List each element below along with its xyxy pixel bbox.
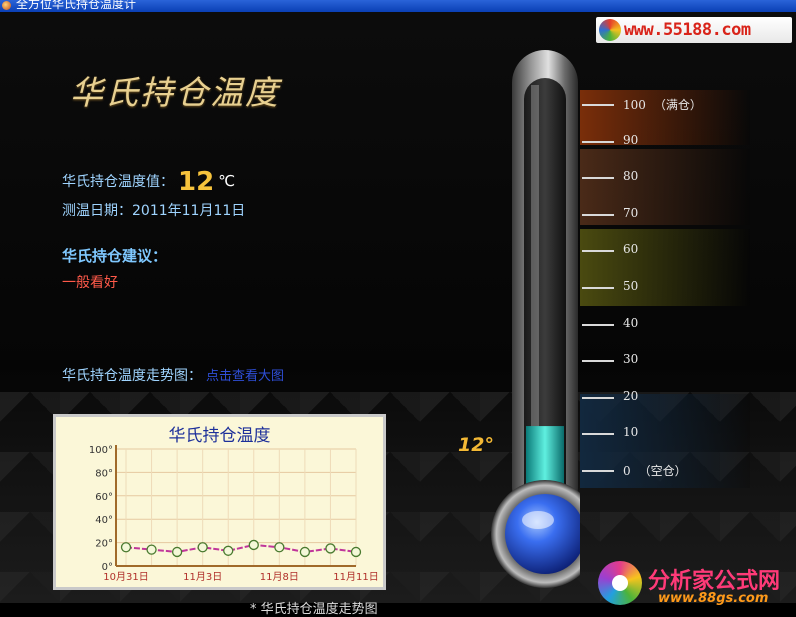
scale-label: 40 (623, 316, 638, 330)
trend-chart-row: 华氏持仓温度走势图： 点击查看大图 (62, 365, 284, 385)
site-logo-top[interactable]: www.55188.com (596, 17, 792, 43)
trend-chart-plot: 0°20°40°60°80°100°10月31日 11月3日 11月8日 11月11日 (89, 445, 379, 583)
scale-tick (582, 250, 614, 253)
advice-label: 华氏持仓建议： (62, 247, 168, 265)
scale-label: 50 (623, 279, 638, 293)
date-value: 2011年11月11日 (132, 203, 246, 219)
scale-value: 20 (623, 388, 639, 403)
temperature-unit: ℃ (218, 172, 236, 190)
date-label: 测温日期： (62, 203, 132, 219)
chart-y-tick-label: 20° (95, 539, 113, 550)
measure-date: 测温日期：2011年11月11日 (62, 200, 245, 220)
chart-x-tick-label: 11月11日 (333, 571, 378, 583)
scale-value: 30 (623, 352, 639, 367)
scale-value: 40 (623, 315, 639, 330)
scale-value: 100 (623, 98, 646, 112)
scale-label: 30 (623, 352, 638, 366)
scale-value: 90 (623, 132, 639, 147)
flower-logo-icon (598, 561, 642, 605)
trend-label: 华氏持仓温度走势图： (62, 368, 202, 384)
bulb-highlight (522, 511, 554, 529)
scale-value: 0 (623, 464, 631, 478)
scale-note: （空仓） (638, 464, 687, 478)
chart-y-tick-label: 40° (95, 515, 113, 526)
temperature-reading: 华氏持仓温度值： 12 ℃ (62, 167, 235, 197)
temperature-value: 12 (178, 167, 215, 197)
scale-tick (582, 177, 614, 180)
chart-caption: * 华氏持仓温度走势图 (250, 602, 378, 617)
scale-tick (582, 323, 614, 326)
chart-data-point (299, 546, 311, 558)
chart-x-tick-label: 11月3日 (183, 571, 222, 583)
scale-value: 50 (623, 279, 639, 293)
advice-value: 一般看好 (62, 275, 118, 291)
current-temperature-label: 12° (458, 434, 494, 456)
trend-chart[interactable]: 华氏持仓温度 0° 20° 40° 60° 80° 100° 10月31日 11月3日 11月8… (53, 414, 386, 590)
chart-data-point (223, 545, 234, 556)
scale-band (580, 229, 750, 306)
chart-data-point (325, 543, 336, 554)
scale-label: 90 (623, 133, 638, 147)
chart-data-point (274, 542, 285, 553)
thermometer (491, 50, 580, 588)
chart-data-point (197, 542, 208, 553)
scale-value: 70 (623, 205, 639, 220)
scale-tick (582, 433, 614, 436)
app-icon (2, 1, 11, 10)
chart-data-point (146, 544, 157, 555)
scale-label: 0 （空仓） (623, 462, 687, 479)
scale-tick (582, 213, 614, 216)
chart-data-point (350, 546, 362, 558)
scale-tick (582, 470, 614, 472)
scale-note: （满仓） (653, 98, 702, 112)
scale-value: 60 (623, 242, 639, 257)
chart-data-point (120, 542, 132, 553)
scale-tick (582, 360, 614, 363)
view-large-chart-link[interactable]: 点击查看大图 (206, 369, 284, 384)
chart-data-point (248, 539, 259, 551)
main-panel: www.55188.com 华氏持仓温度 华氏持仓温度值： 12 ℃ 测温日期：20… (0, 12, 796, 617)
scale-label: 10 (623, 425, 638, 439)
scale-value: 80 (623, 169, 639, 184)
site-logo-text: www.55188.com (624, 20, 751, 40)
scale-label: 60 (623, 242, 638, 256)
chart-y-tick-label: 60° (95, 492, 113, 503)
scale-value: 10 (623, 425, 639, 440)
brand-url: www.88gs.com (658, 591, 769, 606)
scale-tick (582, 287, 614, 289)
scale-tick (582, 140, 614, 143)
chart-x-tick-label: 10月31日 (103, 571, 148, 583)
page-title: 华氏持仓温度 (70, 73, 280, 112)
scale-label: 70 (623, 206, 638, 220)
title-bar: 全方位华氏持仓温度计 (0, 0, 796, 12)
window-title: 全方位华氏持仓温度计 (16, 0, 137, 11)
scale-label: 100 （满仓） (623, 96, 702, 113)
scale-tick (582, 396, 614, 399)
temperature-label: 华氏持仓温度值： (62, 174, 174, 190)
site-logo-icon (599, 19, 621, 41)
chart-data-point (171, 546, 183, 558)
chart-x-tick-label: 11月8日 (260, 571, 299, 583)
scale-label: 80 (623, 169, 638, 183)
chart-y-tick-label: 80° (95, 468, 113, 479)
chart-series-line (125, 543, 357, 553)
chart-y-tick-label: 100° (89, 445, 113, 456)
scale-label: 20 (623, 389, 638, 403)
scale-tick (582, 104, 614, 106)
